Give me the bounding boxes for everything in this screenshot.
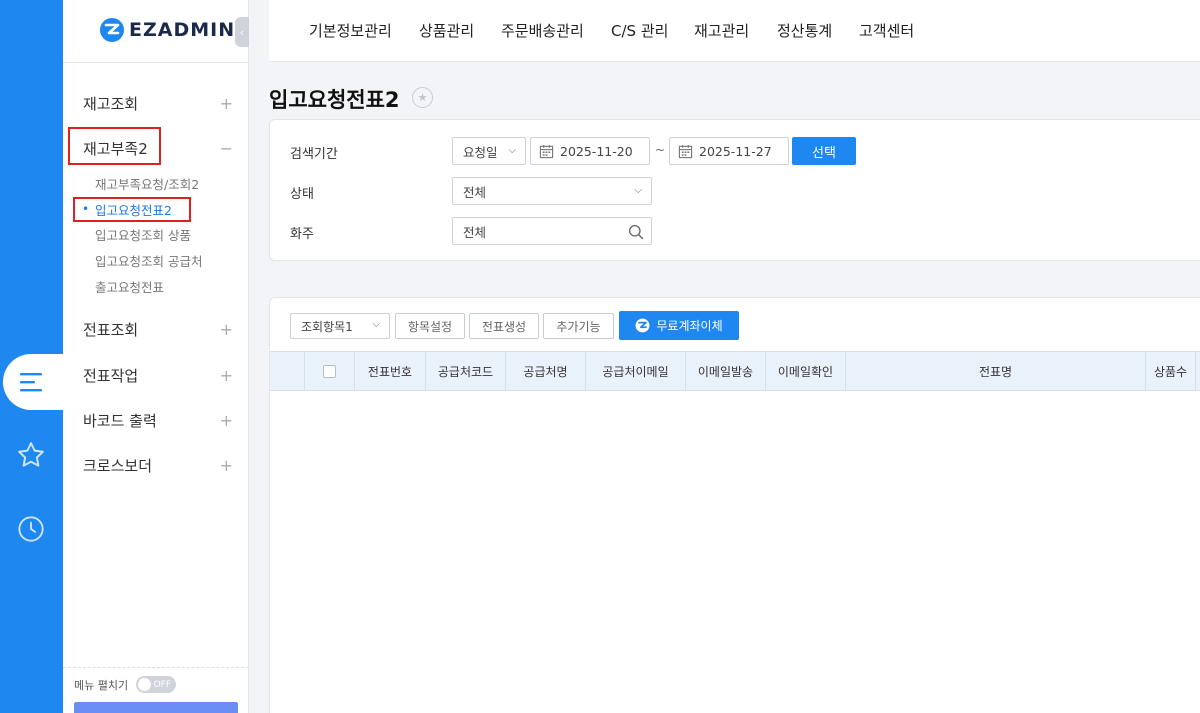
free-transfer-label: 무료계좌이체 [656, 319, 723, 333]
period-label: 검색기간 [290, 147, 338, 162]
status-label: 상태 [290, 187, 314, 202]
footer-banner[interactable] [74, 702, 238, 713]
nav-products[interactable]: 상품관리 [419, 20, 474, 41]
submenu-outbound-request-slip[interactable]: 출고요청전표 [95, 276, 164, 296]
page-title: 입고요청전표2 [269, 88, 400, 112]
item-settings-button[interactable]: 항목설정 [395, 313, 465, 339]
logo-text: EZADMIN [129, 19, 236, 41]
collapse-minus-icon: − [219, 138, 233, 158]
chevron-down-icon: ⌵ [634, 185, 642, 196]
sidebar-item-barcode-print[interactable]: 바코드 출력 + [83, 408, 233, 432]
owner-search-input[interactable]: 전체 [452, 217, 652, 245]
expand-menu-toggle[interactable]: OFF [136, 676, 176, 693]
divider [63, 62, 249, 63]
menu-label: 재고조회 [83, 94, 139, 113]
period-type-select[interactable]: 요청일 ⌵ [452, 137, 526, 165]
logo-mark-icon [100, 18, 124, 42]
history-clock-icon[interactable] [13, 511, 49, 547]
date-separator: ~ [655, 143, 666, 157]
expand-plus-icon: + [219, 410, 233, 430]
nav-settlement-stats[interactable]: 정산통계 [777, 20, 832, 41]
period-type-value: 요청일 [463, 144, 498, 160]
nav-inventory[interactable]: 재고관리 [694, 20, 749, 41]
query-items-select[interactable]: 조회항목1 ⌵ [290, 313, 390, 339]
table-header-cell [270, 352, 305, 390]
sidebar-item-stock-query[interactable]: 재고조회 + [83, 91, 233, 115]
column-supplier-email[interactable]: 공급처이메일 [586, 352, 686, 390]
free-transfer-button[interactable]: 무료계좌이체 [619, 311, 739, 340]
nav-customer-center[interactable]: 고객센터 [859, 20, 914, 41]
date-to-value: 2025-11-27 [699, 143, 772, 159]
submenu-shortage-request[interactable]: 재고부족요청/조회2 [95, 173, 199, 193]
top-nav: 기본정보관리 상품관리 주문배송관리 C/S 관리 재고관리 정산통계 고객센터 [269, 0, 1200, 62]
chevron-down-icon: ⌵ [372, 319, 380, 330]
expand-plus-icon: + [219, 455, 233, 475]
extra-functions-button[interactable]: 추가기능 [543, 313, 614, 339]
date-to-input[interactable]: 2025-11-27 [669, 137, 789, 165]
sidebar: EZADMIN ‹ 재고조회 + 재고부족2 − 재고부족요청/조회2 입고요청… [63, 0, 249, 713]
chevron-down-icon: ⌵ [508, 145, 516, 156]
icon-rail [0, 0, 63, 713]
expand-plus-icon: + [219, 93, 233, 113]
calendar-icon [678, 144, 693, 158]
nav-cs[interactable]: C/S 관리 [611, 20, 668, 41]
owner-label: 화주 [290, 227, 314, 242]
owner-placeholder: 전체 [463, 224, 487, 240]
logo[interactable]: EZADMIN [99, 16, 235, 44]
expand-menu-label: 메뉴 펼치기 [74, 679, 129, 692]
sidebar-item-crossborder[interactable]: 크로스보더 + [83, 453, 233, 477]
status-value: 전체 [463, 184, 487, 200]
nav-orders-shipping[interactable]: 주문배송관리 [501, 20, 584, 41]
status-select[interactable]: 전체 ⌵ [452, 177, 652, 205]
favorite-star-icon[interactable]: ★ [412, 87, 433, 108]
search-panel: 검색기간 요청일 ⌵ 2025-11-20 ~ 2025-11-27 선택 상태… [269, 119, 1200, 261]
favorites-star-icon[interactable] [13, 437, 49, 473]
submenu-inbound-by-supplier[interactable]: 입고요청조회 공급처 [95, 250, 202, 270]
highlight-box-menu [68, 127, 161, 165]
calendar-icon [539, 144, 554, 158]
date-from-input[interactable]: 2025-11-20 [530, 137, 650, 165]
select-all-checkbox[interactable] [305, 352, 355, 390]
footer-divider [63, 667, 249, 668]
menu-icon[interactable] [13, 364, 49, 400]
select-button[interactable]: 선택 [792, 137, 856, 165]
expand-plus-icon: + [219, 365, 233, 385]
column-email-sent[interactable]: 이메일발송 [686, 352, 766, 390]
column-supplier-code[interactable]: 공급처코드 [426, 352, 506, 390]
date-from-value: 2025-11-20 [560, 143, 633, 159]
table-header: 전표번호 공급처코드 공급처명 공급처이메일 이메일발송 이메일확인 전표명 상… [270, 351, 1200, 391]
column-email-checked[interactable]: 이메일확인 [766, 352, 846, 390]
menu-label: 전표작업 [83, 366, 139, 385]
menu-label: 바코드 출력 [83, 411, 157, 430]
column-slip-name[interactable]: 전표명 [846, 352, 1146, 390]
menu-label: 전표조회 [83, 320, 139, 339]
search-icon[interactable] [628, 224, 644, 240]
results-panel: 조회항목1 ⌵ 항목설정 전표생성 추가기능 무료계좌이체 전표번호 공급처코드… [269, 297, 1200, 713]
highlight-box-submenu [73, 197, 191, 222]
expand-plus-icon: + [219, 319, 233, 339]
column-supplier-name[interactable]: 공급처명 [506, 352, 586, 390]
create-slip-button[interactable]: 전표생성 [469, 313, 539, 339]
column-product-count[interactable]: 상품수 [1146, 352, 1196, 390]
query-items-value: 조회항목1 [301, 319, 353, 334]
nav-basic-info[interactable]: 기본정보관리 [309, 20, 392, 41]
submenu-inbound-by-product[interactable]: 입고요청조회 상품 [95, 224, 191, 244]
sidebar-item-slip-work[interactable]: 전표작업 + [83, 363, 233, 387]
toggle-state: OFF [153, 679, 171, 690]
sidebar-collapse-button[interactable]: ‹ [235, 17, 249, 47]
sidebar-item-slip-query[interactable]: 전표조회 + [83, 317, 233, 341]
logo-mark-icon [635, 318, 650, 333]
menu-label: 크로스보더 [83, 456, 153, 475]
column-slip-number[interactable]: 전표번호 [355, 352, 426, 390]
